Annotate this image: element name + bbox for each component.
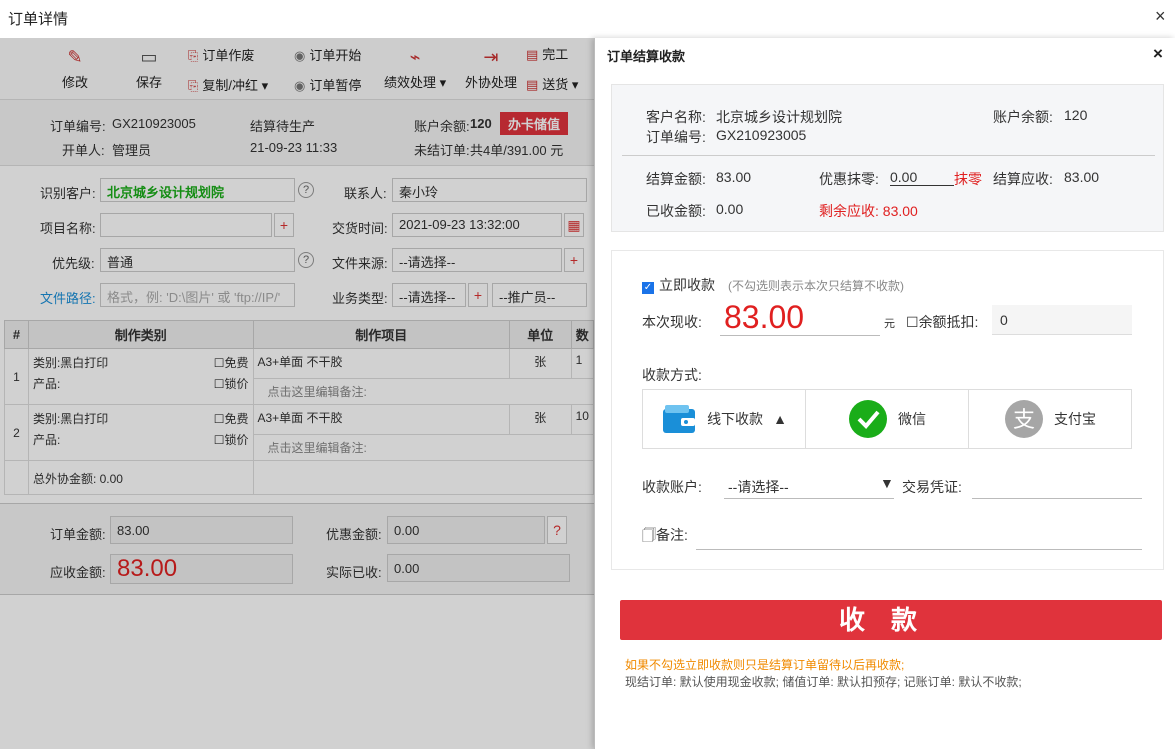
settlement-dialog: 订单结算收款 × 客户名称: 北京城乡设计规划院 账户余额: 120 订单编号:… xyxy=(594,38,1175,749)
window-close-button[interactable]: × xyxy=(1155,6,1166,27)
dialog-customer: 北京城乡设计规划院 xyxy=(716,109,842,125)
dialog-order-no: GX210923005 xyxy=(716,127,807,143)
account-select[interactable]: --请选择-- xyxy=(728,477,789,497)
dialog-title: 订单结算收款 xyxy=(607,49,686,64)
instant-checkbox[interactable]: ✓ 立即收款 xyxy=(642,275,715,295)
remark-input[interactable] xyxy=(696,549,1142,550)
dropdown-arrow-icon: ▲ xyxy=(773,411,787,427)
method-offline[interactable]: 线下收款 ▲ xyxy=(643,390,806,448)
settlement-summary: 客户名称: 北京城乡设计规划院 账户余额: 120 订单编号: GX210923… xyxy=(611,84,1164,232)
collect-button[interactable]: 收款 xyxy=(620,600,1162,640)
settle-due: 83.00 xyxy=(1064,169,1100,185)
svg-text:支: 支 xyxy=(1013,408,1035,433)
wechat-icon xyxy=(849,400,887,438)
method-wechat[interactable]: 微信 xyxy=(806,390,969,448)
window-title: 订单详情 xyxy=(8,11,69,28)
method-alipay[interactable]: 支 支付宝 xyxy=(969,390,1131,448)
chevron-down-icon[interactable]: ▼ xyxy=(880,475,894,491)
discount-input[interactable]: 0.00 xyxy=(890,169,954,186)
payment-method-group: 线下收款 ▲ 微信 支 支付宝 xyxy=(642,389,1132,449)
settle-amount: 83.00 xyxy=(716,169,752,185)
dialog-balance: 120 xyxy=(1064,107,1088,123)
dialog-close-button[interactable]: × xyxy=(1153,44,1163,64)
voucher-input[interactable] xyxy=(972,498,1142,499)
remark-field: 🗍备注: xyxy=(642,527,688,543)
cash-amount-input[interactable]: 83.00 xyxy=(724,299,804,336)
note-icon: 🗍 xyxy=(642,527,656,543)
collected-amount: 0.00 xyxy=(716,201,744,217)
modal-overlay xyxy=(0,38,594,749)
hint-note: 如果不勾选立即收款则只是结算订单留待以后再收款; xyxy=(625,658,905,672)
remaining-due: 剩余应收: 83.00 xyxy=(819,203,918,219)
payment-form: ✓ 立即收款 (不勾选则表示本次只结算不收款) 本次现收: 83.00 元 ☐余额… xyxy=(611,250,1164,570)
hint-default: 现结订单: 默认使用现金收款; 储值订单: 默认扣预存; 记账订单: 默认不收款… xyxy=(625,675,1022,689)
balance-deduct-input[interactable]: 0 xyxy=(1000,312,1008,328)
balance-deduct-checkbox[interactable]: ☐余额抵扣: xyxy=(906,312,978,332)
round-button[interactable]: 抹零 xyxy=(954,169,982,189)
wallet-icon xyxy=(663,405,696,433)
alipay-icon: 支 xyxy=(1005,400,1043,438)
